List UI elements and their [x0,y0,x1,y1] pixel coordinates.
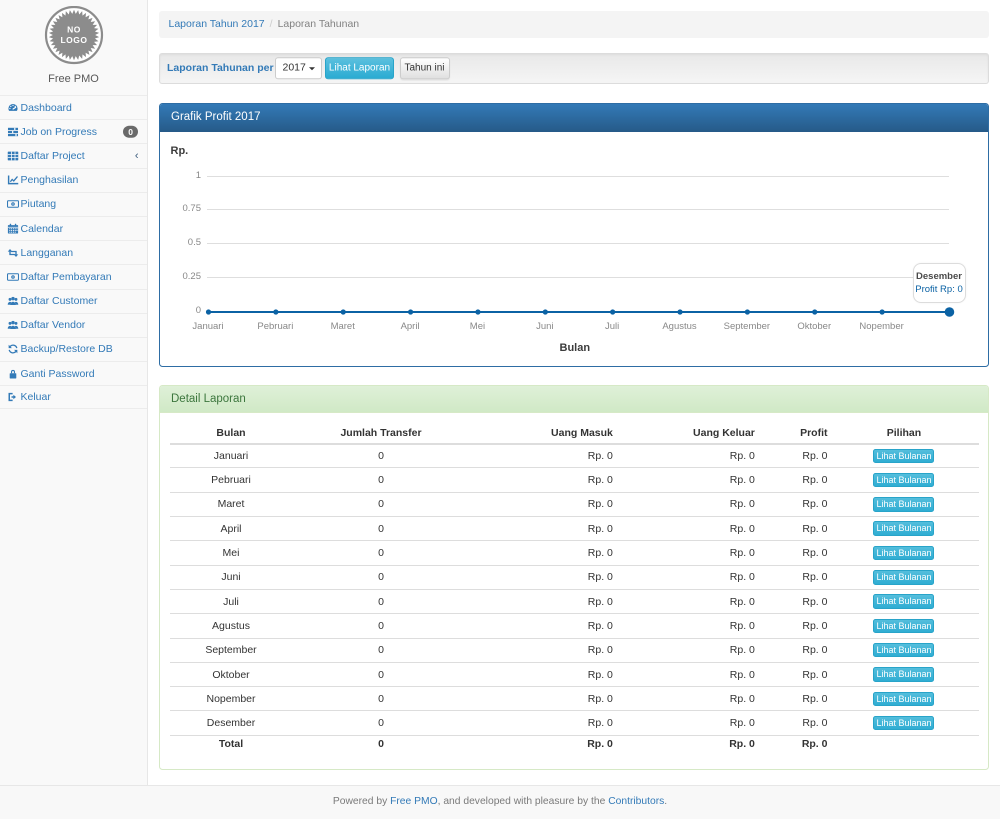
svg-text:NO: NO [67,25,81,35]
svg-text:LOGO: LOGO [60,35,87,45]
